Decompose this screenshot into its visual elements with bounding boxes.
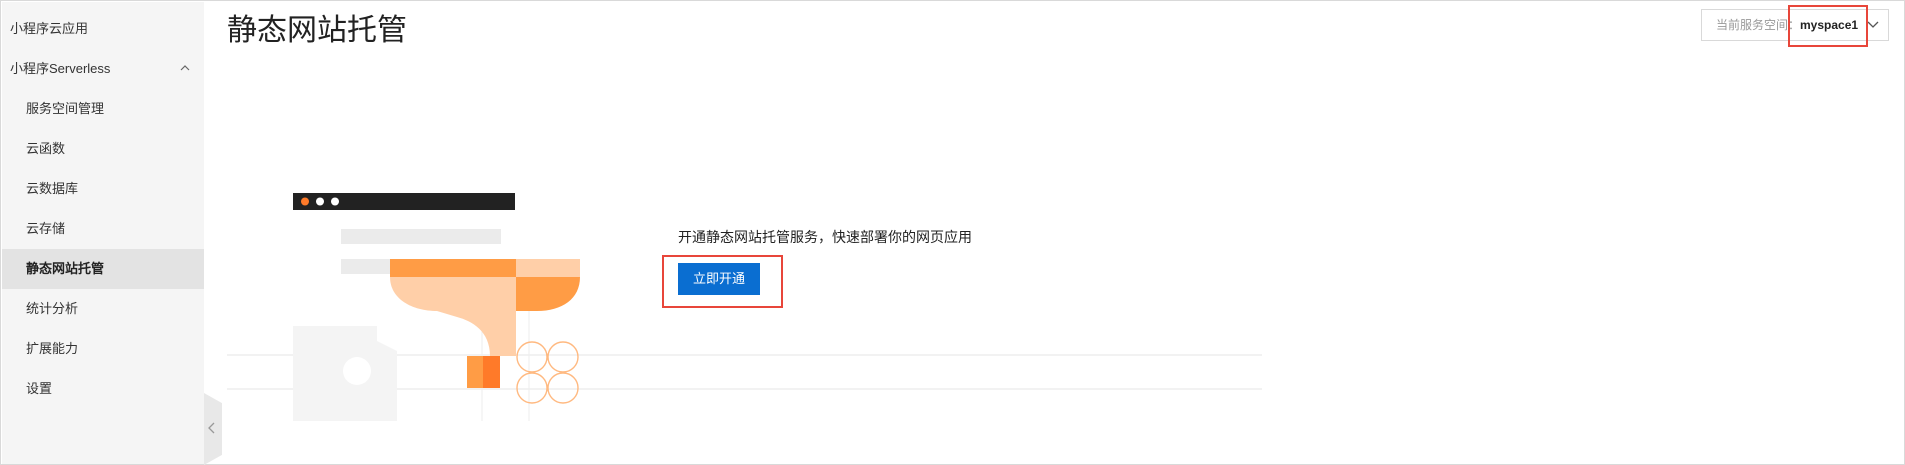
sidebar-item-label: 云存储 — [26, 221, 66, 236]
sidebar-item-label: 静态网站托管 — [26, 261, 105, 276]
sidebar-item-miniapp-cloud[interactable]: 小程序云应用 — [2, 9, 204, 49]
empty-state-description: 开通静态网站托管服务，快速部署你的网页应用 — [678, 229, 972, 245]
sidebar-item-label: 设置 — [26, 381, 53, 396]
sidebar-item-cloud-database[interactable]: 云数据库 — [2, 169, 204, 209]
chevron-left-icon — [208, 422, 215, 434]
empty-state-illustration — [227, 193, 1262, 421]
service-space-label: 当前服务空间： — [1716, 18, 1801, 32]
chevron-down-icon — [1867, 21, 1879, 28]
sidebar-item-label: 扩展能力 — [26, 341, 79, 356]
sidebar-group-serverless[interactable]: 小程序Serverless — [2, 49, 204, 89]
sidebar-item-label: 统计分析 — [26, 301, 79, 316]
service-space-selector[interactable]: 当前服务空间： myspace1 — [1701, 9, 1889, 41]
sidebar-item-label: 服务空间管理 — [26, 101, 105, 116]
sidebar-item-statistics[interactable]: 统计分析 — [2, 289, 204, 329]
sidebar: 小程序云应用 小程序Serverless 服务空间管理 云函数 云数据库 云存储… — [2, 2, 204, 464]
app-frame: 小程序云应用 小程序Serverless 服务空间管理 云函数 云数据库 云存储… — [0, 0, 1905, 465]
sidebar-item-static-hosting[interactable]: 静态网站托管 — [2, 249, 204, 289]
page-title: 静态网站托管 — [227, 14, 407, 47]
service-space-value: myspace1 — [1800, 18, 1859, 32]
sidebar-collapse-toggle[interactable] — [204, 393, 222, 465]
sidebar-item-label: 云函数 — [26, 141, 66, 156]
sidebar-item-label: 小程序云应用 — [10, 21, 89, 36]
chevron-up-icon — [180, 65, 190, 71]
sidebar-item-cloud-storage[interactable]: 云存储 — [2, 209, 204, 249]
sidebar-item-space-management[interactable]: 服务空间管理 — [2, 89, 204, 129]
sidebar-item-label: 小程序Serverless — [10, 61, 111, 76]
sidebar-item-extensions[interactable]: 扩展能力 — [2, 329, 204, 369]
sidebar-item-label: 云数据库 — [26, 181, 79, 196]
sidebar-item-settings[interactable]: 设置 — [2, 369, 204, 409]
sidebar-item-cloud-functions[interactable]: 云函数 — [2, 129, 204, 169]
activate-button[interactable]: 立即开通 — [678, 263, 760, 295]
